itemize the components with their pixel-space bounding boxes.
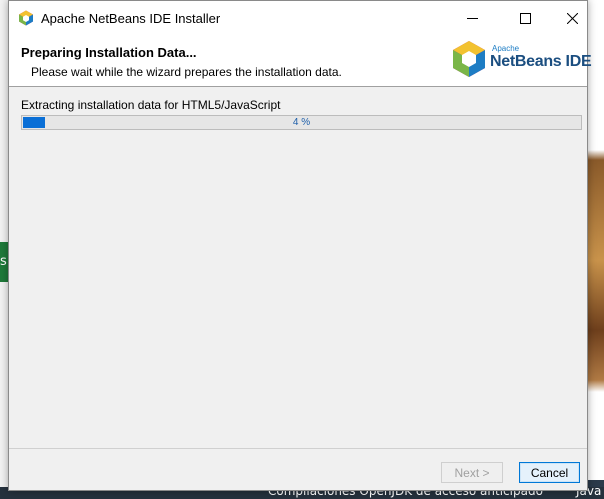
maximize-button[interactable] xyxy=(502,1,548,35)
close-icon xyxy=(566,12,578,24)
progress-percent-label: 4 % xyxy=(292,117,311,128)
maximize-icon xyxy=(519,12,531,24)
progress-bar: 4 % xyxy=(21,115,582,130)
netbeans-app-icon xyxy=(19,10,33,26)
next-button[interactable]: Next > xyxy=(441,462,503,483)
minimize-icon xyxy=(466,17,478,19)
page-description: Please wait while the wizard prepares th… xyxy=(31,65,342,79)
cancel-button[interactable]: Cancel xyxy=(519,462,580,483)
logo-netbeans-text: NetBeans IDE xyxy=(490,53,592,70)
title-bar[interactable]: Apache NetBeans IDE Installer xyxy=(9,1,587,35)
wizard-header: Preparing Installation Data... Please wa… xyxy=(9,35,592,87)
background-green-button: s xyxy=(0,242,8,282)
progress-status-label: Extracting installation data for HTML5/J… xyxy=(21,98,281,112)
page-title: Preparing Installation Data... xyxy=(21,45,197,60)
minimize-button[interactable] xyxy=(449,1,495,35)
logo-apache-text: Apache xyxy=(492,44,520,53)
netbeans-logo-icon xyxy=(453,41,485,77)
installer-window: Apache NetBeans IDE Installer Preparing … xyxy=(8,0,592,491)
footer-divider xyxy=(9,448,587,449)
netbeans-logo: Apache NetBeans IDE xyxy=(452,39,592,79)
background-page-right xyxy=(588,0,604,499)
window-title: Apache NetBeans IDE Installer xyxy=(41,11,221,26)
close-button[interactable] xyxy=(549,1,595,35)
